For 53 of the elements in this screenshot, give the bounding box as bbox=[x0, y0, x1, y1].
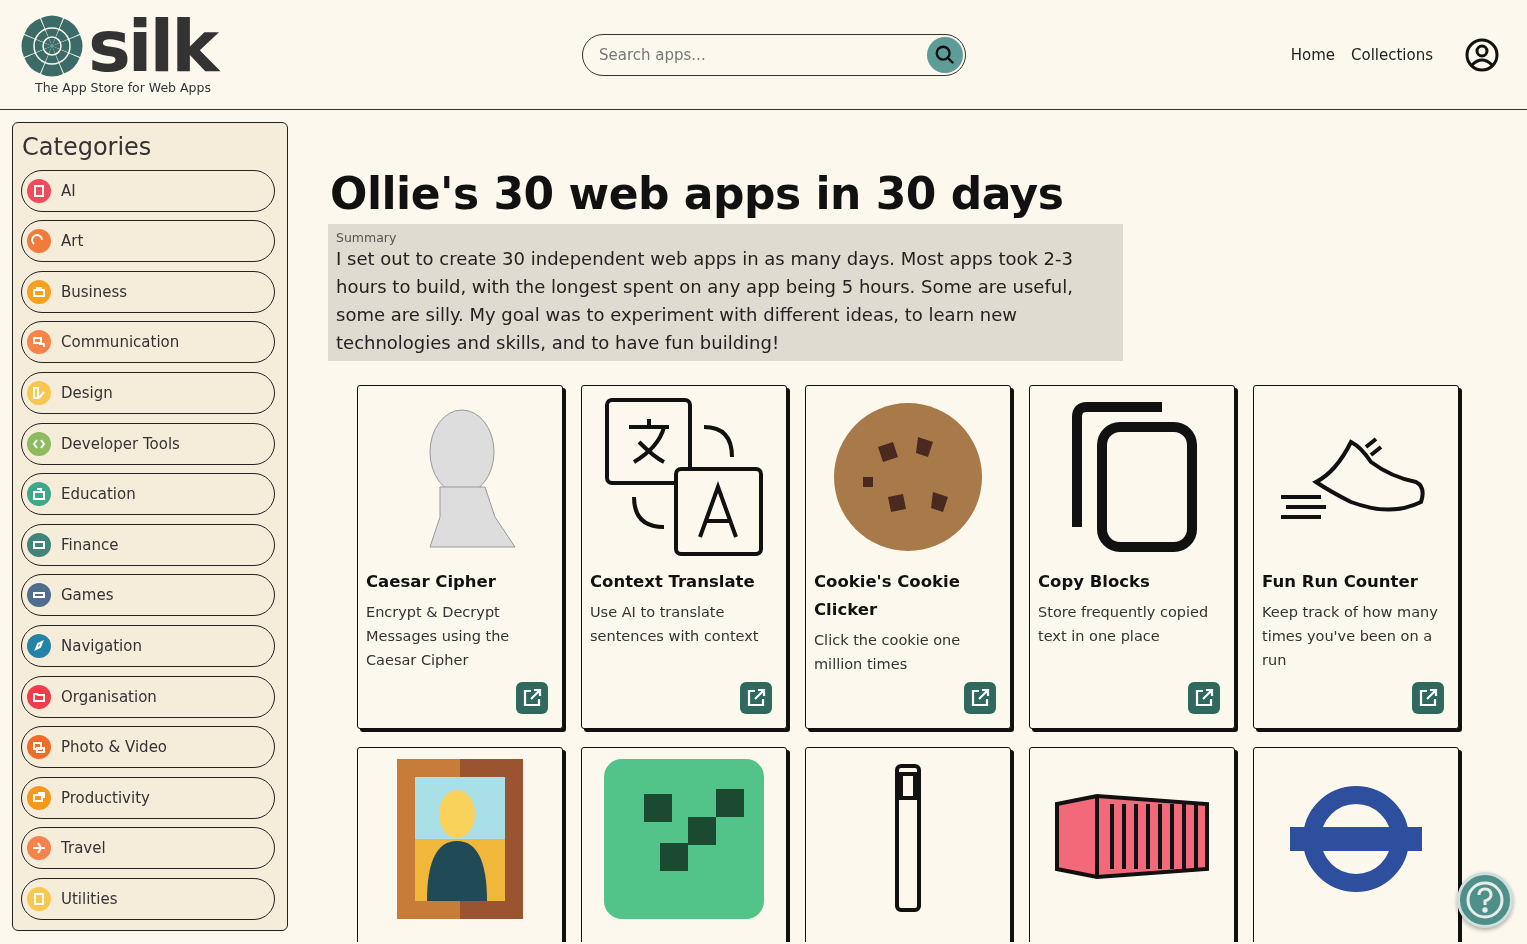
category-button[interactable]: Business bbox=[21, 270, 275, 313]
category-button[interactable]: Art bbox=[21, 220, 275, 263]
external-link-icon bbox=[522, 688, 542, 708]
spiderweb-logo-icon bbox=[20, 14, 84, 78]
page-title: Ollie's 30 web apps in 30 days bbox=[330, 167, 1065, 221]
category-button[interactable]: Design bbox=[21, 371, 275, 414]
category-button[interactable]: AI bbox=[21, 169, 275, 212]
search-field[interactable]: Search apps... bbox=[582, 33, 966, 76]
external-link-icon bbox=[970, 688, 990, 708]
nav-link[interactable]: Collections bbox=[1351, 45, 1433, 64]
app-description: Store frequently copied text in one place bbox=[1038, 603, 1210, 646]
category-button[interactable]: Productivity bbox=[21, 776, 275, 819]
app-description: Encrypt & Decrypt Messages using the Caesar Cipher bbox=[366, 603, 511, 670]
app-title[interactable]: Caesar Cipher bbox=[366, 568, 554, 596]
app-description: Keep track of how many times you've been on a run bbox=[1262, 603, 1439, 670]
user-account-icon[interactable] bbox=[1465, 37, 1499, 72]
app-description: Use AI to translate sentences with context bbox=[590, 603, 760, 646]
category-button[interactable]: Photo & Video bbox=[21, 726, 275, 769]
summary-text: I set out to create 30 independent web apps in as many days. Most apps took 2-3 hours to build, with the longest spent on any app being 5 hours. Some are useful, some are silly. My goal was to experiment with different ideas, to learn new technologies and skills, and to have fun building! bbox=[336, 247, 1074, 355]
app-title[interactable]: Fun Run Counter bbox=[1262, 568, 1450, 596]
open-external-button[interactable] bbox=[964, 682, 996, 714]
category-button[interactable]: Navigation bbox=[21, 624, 275, 667]
help-button[interactable] bbox=[1457, 872, 1513, 928]
translate-icon bbox=[604, 397, 764, 557]
summary-label: Summary bbox=[336, 230, 398, 245]
category-button[interactable]: Games bbox=[21, 574, 275, 617]
logo-tagline: The App Store for Web Apps bbox=[35, 80, 212, 95]
external-link-icon bbox=[746, 688, 766, 708]
category-button[interactable]: Developer Tools bbox=[21, 422, 275, 465]
external-link-icon bbox=[1194, 688, 1214, 708]
category-button[interactable]: Travel bbox=[21, 827, 275, 870]
app-title[interactable]: Cookie's Cookie Clicker bbox=[814, 568, 1002, 624]
roundel-icon bbox=[1290, 785, 1422, 893]
external-link-icon bbox=[1418, 688, 1438, 708]
open-external-button[interactable] bbox=[516, 682, 548, 714]
category-button[interactable]: Organisation bbox=[21, 675, 275, 718]
category-button[interactable]: Utilities bbox=[21, 877, 275, 920]
pixel-pattern-icon bbox=[604, 759, 764, 919]
category-button[interactable]: Finance bbox=[21, 523, 275, 566]
category-button[interactable]: Communication bbox=[21, 321, 275, 364]
logo-wordmark[interactable]: silk bbox=[88, 14, 217, 78]
sidebar-title: Categories bbox=[22, 133, 153, 161]
open-external-button[interactable] bbox=[1188, 682, 1220, 714]
app-description: Click the cookie one million times bbox=[814, 631, 962, 674]
app-title[interactable]: Copy Blocks bbox=[1038, 568, 1226, 596]
nav-link[interactable]: Home bbox=[1290, 45, 1335, 64]
open-external-button[interactable] bbox=[1412, 682, 1444, 714]
open-external-button[interactable] bbox=[740, 682, 772, 714]
help-icon bbox=[1466, 881, 1504, 919]
category-button[interactable]: Education bbox=[21, 473, 275, 516]
scrollbar-icon bbox=[893, 764, 923, 914]
app-title[interactable]: Context Translate bbox=[590, 568, 778, 596]
search-icon bbox=[934, 43, 956, 66]
